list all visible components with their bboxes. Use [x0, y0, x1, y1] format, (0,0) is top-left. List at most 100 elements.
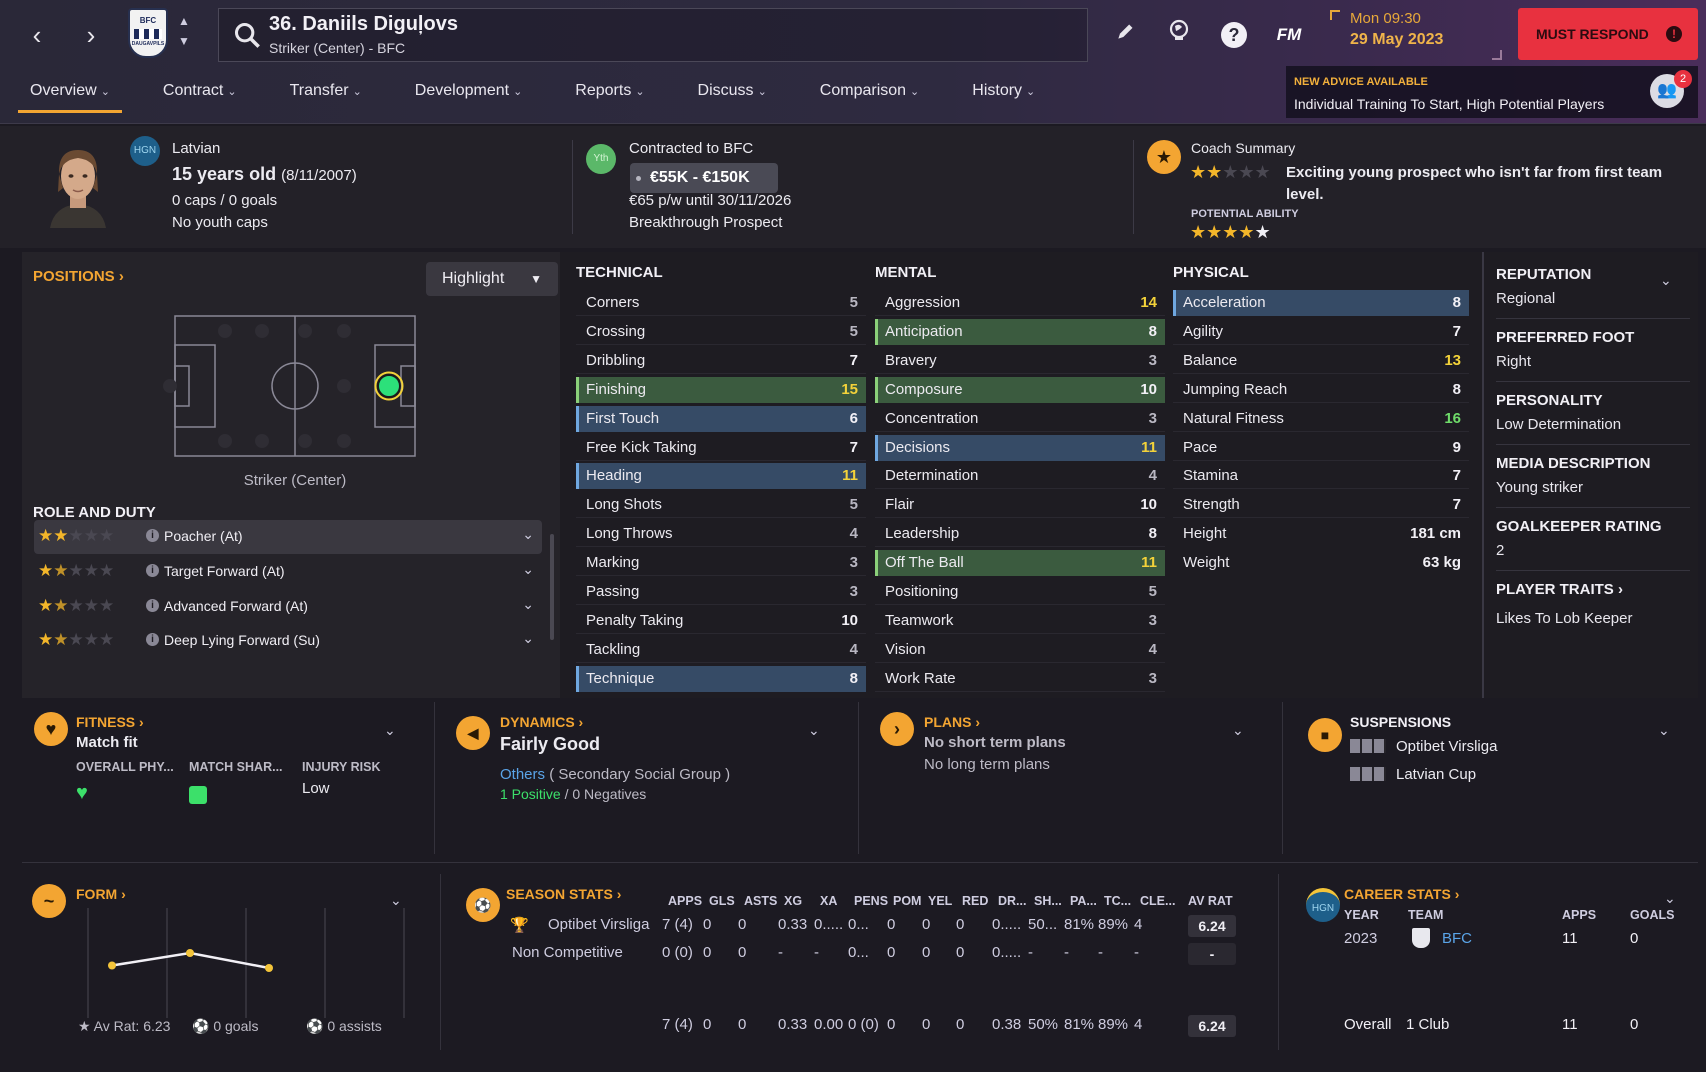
season-column-header[interactable]: XG	[784, 894, 802, 908]
form-point[interactable]	[186, 949, 194, 957]
season-column-header[interactable]: CLE...	[1140, 894, 1175, 908]
season-column-header[interactable]: DR...	[998, 894, 1026, 908]
attribute-balance[interactable]: Balance 13	[1173, 348, 1469, 374]
season-column-header[interactable]: XA	[820, 894, 837, 908]
attribute-stamina[interactable]: Stamina 7	[1173, 463, 1469, 490]
attribute-off-the-ball[interactable]: Off The Ball 11	[875, 550, 1165, 577]
attribute-free-kick-taking[interactable]: Free Kick Taking 7	[576, 435, 866, 461]
info-icon[interactable]: i	[146, 599, 159, 612]
attribute-determination[interactable]: Determination 4	[875, 463, 1165, 490]
player-search-box[interactable]: 36. Daniils Diguļovs Striker (Center) - …	[218, 8, 1088, 62]
season-column-header[interactable]: YEL	[928, 894, 952, 908]
attribute-passing[interactable]: Passing 3	[576, 579, 866, 605]
chevron-down-icon[interactable]: ⌄	[1232, 722, 1244, 739]
season-column-header[interactable]: SH...	[1034, 894, 1062, 908]
tab-history[interactable]: History ⌄	[960, 80, 1047, 110]
career-stats-heading[interactable]: CAREER STATS ›	[1344, 886, 1459, 902]
attribute-marking[interactable]: Marking 3	[576, 550, 866, 577]
globe-icon[interactable]	[1162, 18, 1196, 52]
season-column-header[interactable]: POM	[893, 894, 921, 908]
chevron-down-icon[interactable]: ⌄	[522, 630, 534, 647]
role-row[interactable]: ★★★★★ i Target Forward (At) ⌄	[34, 555, 542, 589]
role-row[interactable]: ★★★★★ i Poacher (At) ⌄	[34, 520, 542, 554]
attribute-pace[interactable]: Pace 9	[1173, 435, 1469, 461]
highlight-dropdown[interactable]: Highlight ▼	[426, 262, 558, 296]
club-crest[interactable]: BFC DAUGAVPILS	[128, 8, 168, 58]
career-team-link[interactable]: BFC	[1442, 930, 1472, 947]
chevron-down-icon[interactable]: ⌄	[522, 561, 534, 578]
game-date[interactable]: Mon 09:30 29 May 2023	[1332, 10, 1502, 62]
attribute-long-throws[interactable]: Long Throws 4	[576, 521, 866, 548]
role-row[interactable]: ★★★★★ i Advanced Forward (At) ⌄	[34, 590, 542, 624]
attribute-heading[interactable]: Heading 11	[576, 463, 866, 490]
attribute-positioning[interactable]: Positioning 5	[875, 579, 1165, 605]
chevron-down-icon[interactable]: ⌄	[808, 722, 820, 739]
advice-banner[interactable]: NEW ADVICE AVAILABLE Individual Training…	[1286, 66, 1698, 118]
attribute-height[interactable]: Height 181 cm	[1173, 521, 1469, 547]
season-column-header[interactable]: TC...	[1104, 894, 1131, 908]
attribute-tackling[interactable]: Tackling 4	[576, 637, 866, 663]
season-column-header[interactable]: AV RAT	[1188, 894, 1233, 908]
attribute-strength[interactable]: Strength 7	[1173, 492, 1469, 519]
attribute-jumping-reach[interactable]: Jumping Reach 8	[1173, 377, 1469, 403]
tab-development[interactable]: Development ⌄	[403, 80, 535, 110]
tab-comparison[interactable]: Comparison ⌄	[808, 80, 931, 110]
attribute-flair[interactable]: Flair 10	[875, 492, 1165, 519]
info-icon[interactable]: i	[146, 633, 159, 646]
season-column-header[interactable]: ASTS	[744, 894, 777, 908]
competition-name[interactable]: Optibet Virsliga	[548, 916, 649, 933]
attribute-teamwork[interactable]: Teamwork 3	[875, 608, 1165, 634]
season-column-header[interactable]: APPS	[668, 894, 702, 908]
positions-heading[interactable]: POSITIONS ›	[33, 268, 124, 285]
form-point[interactable]	[108, 961, 116, 970]
attribute-composure[interactable]: Composure 10	[875, 376, 1165, 403]
chevron-down-icon[interactable]: ⌄	[1658, 722, 1670, 739]
attribute-work-rate[interactable]: Work Rate 3	[875, 666, 1165, 692]
attribute-technique[interactable]: Technique 8	[576, 665, 866, 692]
info-icon[interactable]: i	[146, 529, 159, 542]
scrollbar[interactable]	[550, 534, 554, 640]
chevron-down-icon[interactable]: ⌄	[384, 722, 396, 739]
attribute-agility[interactable]: Agility 7	[1173, 319, 1469, 345]
forward-arrow-icon[interactable]: ›	[76, 20, 106, 50]
value-range-pill[interactable]: €55K - €150K	[630, 163, 778, 193]
attribute-corners[interactable]: Corners 5	[576, 290, 866, 316]
must-respond-button[interactable]: MUST RESPOND !	[1518, 8, 1698, 60]
tab-overview[interactable]: Overview ⌄	[18, 80, 122, 113]
info-icon[interactable]: i	[146, 564, 159, 577]
chevron-down-icon[interactable]: ⌄	[1660, 272, 1672, 289]
form-heading[interactable]: FORM ›	[76, 886, 126, 902]
season-column-header[interactable]: PA...	[1070, 894, 1097, 908]
dynamics-heading[interactable]: DYNAMICS ›	[500, 714, 583, 730]
attribute-natural-fitness[interactable]: Natural Fitness 16	[1173, 406, 1469, 432]
pencil-icon[interactable]	[1108, 18, 1142, 52]
attribute-anticipation[interactable]: Anticipation 8	[875, 318, 1165, 345]
social-group-link[interactable]: Others	[500, 766, 545, 783]
tab-transfer[interactable]: Transfer ⌄	[278, 80, 374, 110]
attribute-crossing[interactable]: Crossing 5	[576, 319, 866, 345]
attribute-vision[interactable]: Vision 4	[875, 637, 1165, 663]
chevron-down-icon[interactable]: ⌄	[522, 526, 534, 543]
form-point[interactable]	[265, 964, 273, 972]
chevron-up-icon[interactable]: ▲	[178, 14, 190, 28]
role-row[interactable]: ★★★★★ i Deep Lying Forward (Su) ⌄	[34, 624, 542, 658]
fitness-heading[interactable]: FITNESS ›	[76, 714, 144, 730]
chevron-down-icon[interactable]: ⌄	[1664, 890, 1676, 907]
back-arrow-icon[interactable]: ‹	[22, 20, 52, 50]
tab-reports[interactable]: Reports ⌄	[563, 80, 656, 110]
season-column-header[interactable]: RED	[962, 894, 988, 908]
attribute-finishing[interactable]: Finishing 15	[576, 376, 866, 403]
attribute-decisions[interactable]: Decisions 11	[875, 434, 1165, 461]
attribute-bravery[interactable]: Bravery 3	[875, 348, 1165, 374]
chevron-down-icon[interactable]: ⌄	[390, 892, 402, 909]
attribute-weight[interactable]: Weight 63 kg	[1173, 550, 1469, 576]
help-icon[interactable]: ?	[1217, 18, 1251, 52]
search-icon[interactable]	[233, 21, 261, 49]
fm-logo[interactable]: FM	[1272, 18, 1306, 52]
season-column-header[interactable]: PENS	[854, 894, 888, 908]
attribute-long-shots[interactable]: Long Shots 5	[576, 492, 866, 519]
attribute-concentration[interactable]: Concentration 3	[875, 406, 1165, 432]
tab-contract[interactable]: Contract ⌄	[151, 80, 249, 110]
plans-heading[interactable]: PLANS ›	[924, 714, 980, 730]
tab-discuss[interactable]: Discuss ⌄	[686, 80, 779, 110]
